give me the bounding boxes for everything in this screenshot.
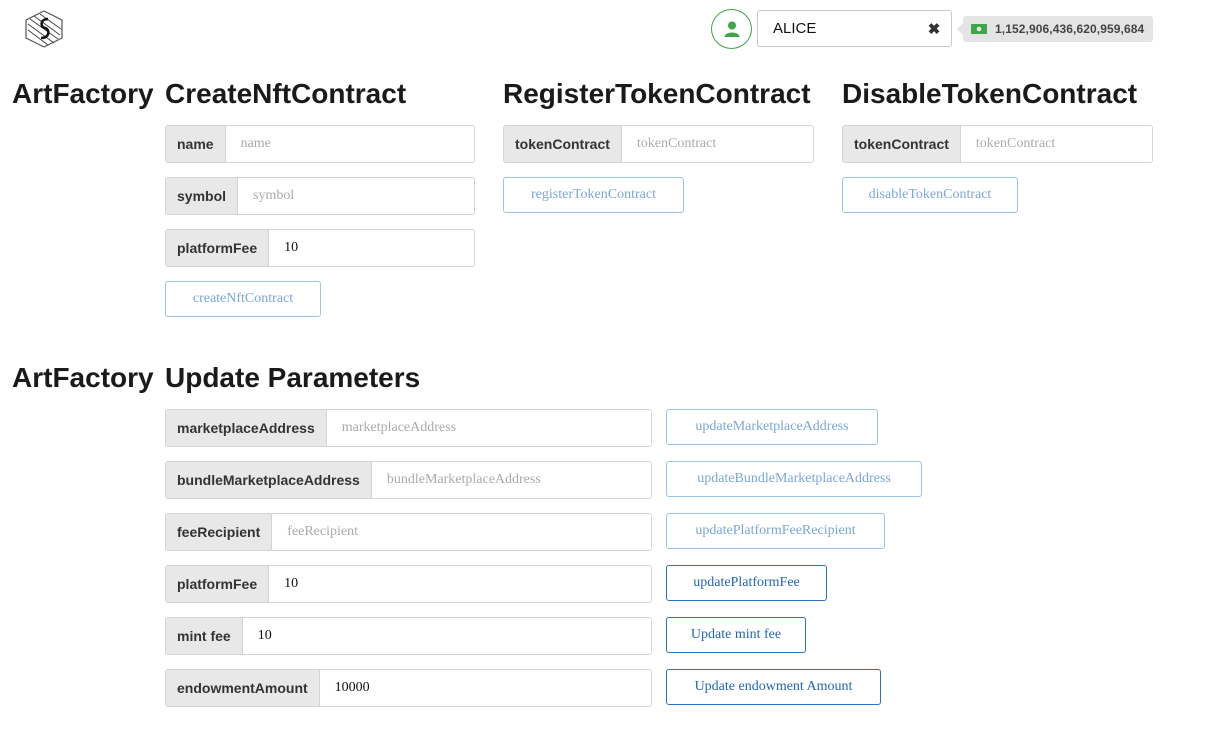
update-platform-fee-input[interactable] — [269, 566, 651, 602]
update-platform-fee-label: platformFee — [166, 566, 270, 602]
user-icon — [724, 21, 739, 37]
endowment-amount-input-group: endowmentAmount — [165, 669, 652, 707]
endowment-amount-label: endowmentAmount — [166, 670, 320, 706]
update-platform-fee-recipient-button[interactable]: updatePlatformFeeRecipient — [666, 513, 885, 549]
platform-fee-input[interactable] — [269, 230, 474, 266]
symbol-label: symbol — [166, 178, 239, 214]
create-nft-title: CreateNftContract — [165, 78, 407, 109]
section-title-artfactory: ArtFactory — [12, 78, 154, 109]
register-token-title: RegisterTokenContract — [503, 78, 811, 109]
platform-fee-label: platformFee — [166, 230, 270, 266]
fee-recipient-input-group: feeRecipient — [165, 513, 652, 551]
name-input-group: name — [165, 125, 475, 163]
update-platform-fee-input-group: platformFee — [165, 565, 652, 603]
update-platform-fee-button[interactable]: updatePlatformFee — [666, 565, 827, 601]
balance-amount: 1,152,906,436,620,959,684 — [995, 22, 1145, 36]
disable-token-contract-label: tokenContract — [843, 126, 961, 162]
update-bundle-marketplace-address-button[interactable]: updateBundleMarketplaceAddress — [666, 461, 922, 497]
marketplace-address-label: marketplaceAddress — [166, 410, 327, 446]
mint-fee-input-group: mint fee — [165, 617, 652, 655]
section-title-artfactory-2: ArtFactory — [12, 362, 154, 393]
create-nft-contract-button[interactable]: createNftContract — [165, 281, 321, 317]
clear-icon[interactable]: ✖ — [917, 20, 951, 38]
account-name: ALICE — [773, 20, 817, 37]
register-token-contract-button[interactable]: registerTokenContract — [503, 177, 684, 213]
endowment-amount-input[interactable] — [319, 670, 651, 706]
platform-fee-input-group: platformFee — [165, 229, 475, 267]
bundle-marketplace-address-label: bundleMarketplaceAddress — [166, 462, 372, 498]
name-label: name — [166, 126, 226, 162]
app-logo[interactable] — [24, 10, 64, 48]
fee-recipient-label: feeRecipient — [166, 514, 273, 550]
balance-badge: 1,152,906,436,620,959,684 — [957, 16, 1153, 42]
disable-token-contract-button[interactable]: disableTokenContract — [842, 177, 1018, 213]
bundle-marketplace-address-input-group: bundleMarketplaceAddress — [165, 461, 652, 499]
register-token-contract-label: tokenContract — [504, 126, 622, 162]
disable-token-contract-input-group: tokenContract — [842, 125, 1153, 163]
marketplace-address-input-group: marketplaceAddress — [165, 409, 652, 447]
disable-token-title: DisableTokenContract — [842, 78, 1138, 109]
marketplace-address-input[interactable] — [326, 410, 651, 446]
bundle-marketplace-address-input[interactable] — [371, 462, 651, 498]
register-token-contract-input-group: tokenContract — [503, 125, 814, 163]
register-token-contract-input[interactable] — [621, 126, 813, 162]
mint-fee-label: mint fee — [166, 618, 243, 654]
update-parameters-title: Update Parameters — [165, 362, 421, 393]
update-marketplace-address-button[interactable]: updateMarketplaceAddress — [666, 409, 878, 445]
account-selector[interactable]: ALICE ✖ — [757, 10, 952, 47]
mint-fee-input[interactable] — [242, 618, 651, 654]
money-icon — [971, 24, 987, 34]
symbol-input-group: symbol — [165, 177, 475, 215]
name-input[interactable] — [225, 126, 474, 162]
fee-recipient-input[interactable] — [272, 514, 651, 550]
disable-token-contract-input[interactable] — [960, 126, 1152, 162]
account-avatar[interactable] — [711, 9, 752, 49]
update-endowment-amount-button[interactable]: Update endowment Amount — [666, 669, 881, 705]
update-mint-fee-button[interactable]: Update mint fee — [666, 617, 806, 653]
symbol-input[interactable] — [238, 178, 474, 214]
